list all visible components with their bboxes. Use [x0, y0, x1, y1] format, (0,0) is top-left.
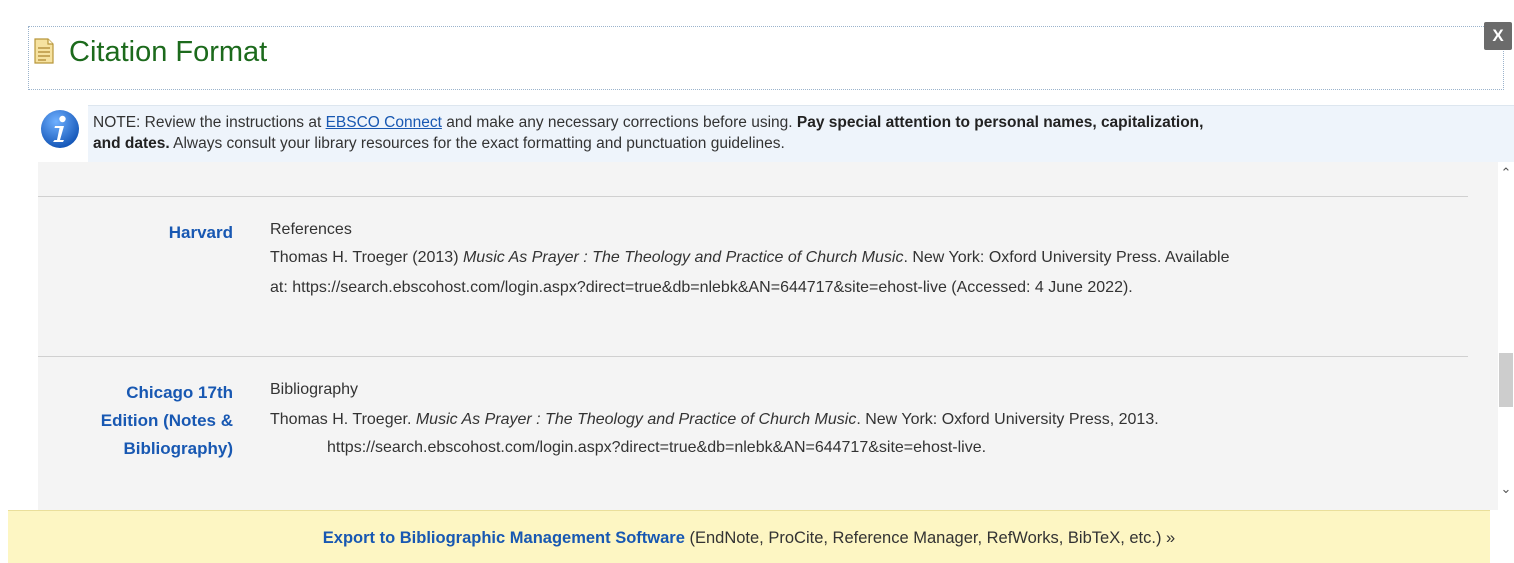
citation-entry-chicago: Chicago 17th Edition (Notes & Bibliograp… [38, 356, 1468, 510]
citation-text-line: at: https://search.ebscohost.com/login.a… [270, 279, 1133, 297]
export-text: Export to Bibliographic Management Softw… [8, 529, 1490, 548]
citation-publisher: . New York: Oxford University Press. Ava… [903, 249, 1230, 266]
citation-publisher: . New York: Oxford University Press, 201… [856, 411, 1159, 428]
citation-style-line: Chicago 17th [126, 383, 233, 402]
chevron-up-icon[interactable]: ⌃ [1498, 165, 1514, 181]
citation-list[interactable]: Harvard References Thomas H. Troeger (20… [38, 162, 1498, 510]
ebsco-connect-link[interactable]: EBSCO Connect [326, 114, 442, 131]
citation-heading: References [270, 221, 352, 238]
citation-format-header: Citation Format [28, 26, 1504, 90]
note-bold-2: and dates. [93, 135, 170, 152]
citation-url: https://search.ebscohost.com/login.aspx?… [327, 439, 987, 456]
citation-style-line: Edition (Notes & [100, 411, 233, 430]
citation-url: at: https://search.ebscohost.com/login.a… [270, 279, 1133, 296]
citation-style-harvard: Harvard [168, 223, 233, 242]
citation-heading: Bibliography [270, 381, 359, 398]
citation-title: Music As Prayer : The Theology and Pract… [415, 411, 857, 428]
document-icon [34, 38, 54, 64]
note-line-1: NOTE: Review the instructions at EBSCO C… [93, 114, 1203, 132]
export-formats: (EndNote, ProCite, Reference Manager, Re… [684, 529, 1176, 547]
note-box: NOTE: Review the instructions at EBSCO C… [88, 105, 1514, 162]
citation-author: Thomas H. Troeger. [270, 411, 416, 428]
page-title: Citation Format [69, 36, 268, 68]
chevron-down-icon[interactable]: ⌄ [1498, 481, 1514, 497]
citation-title: Music As Prayer : The Theology and Pract… [462, 249, 904, 266]
citation-text-line: https://search.ebscohost.com/login.aspx?… [327, 439, 986, 457]
close-button[interactable]: X [1484, 22, 1512, 50]
export-bar: Export to Bibliographic Management Softw… [8, 510, 1490, 563]
info-icon [41, 110, 79, 148]
citation-style-line: Bibliography) [123, 439, 233, 458]
citation-author: Thomas H. Troeger (2013) [270, 249, 463, 266]
export-link[interactable]: Export to Bibliographic Management Softw… [323, 529, 685, 547]
citation-text-line: Thomas H. Troeger. Music As Prayer : The… [270, 411, 1159, 429]
citation-text-line: Thomas H. Troeger (2013) Music As Prayer… [270, 249, 1230, 267]
citation-style-chicago: Chicago 17th Edition (Notes & Bibliograp… [43, 379, 233, 463]
citation-entry-harvard: Harvard References Thomas H. Troeger (20… [38, 196, 1468, 357]
note-line-2: and dates. Always consult your library r… [93, 135, 785, 153]
note-prefix: NOTE: Review the instructions at [93, 114, 326, 131]
note-suffix: Always consult your library resources fo… [169, 135, 785, 152]
note-bold-1: Pay special attention to personal names,… [796, 114, 1204, 131]
scrollbar-thumb[interactable] [1499, 353, 1513, 407]
note-middle: and make any necessary corrections befor… [441, 114, 797, 131]
